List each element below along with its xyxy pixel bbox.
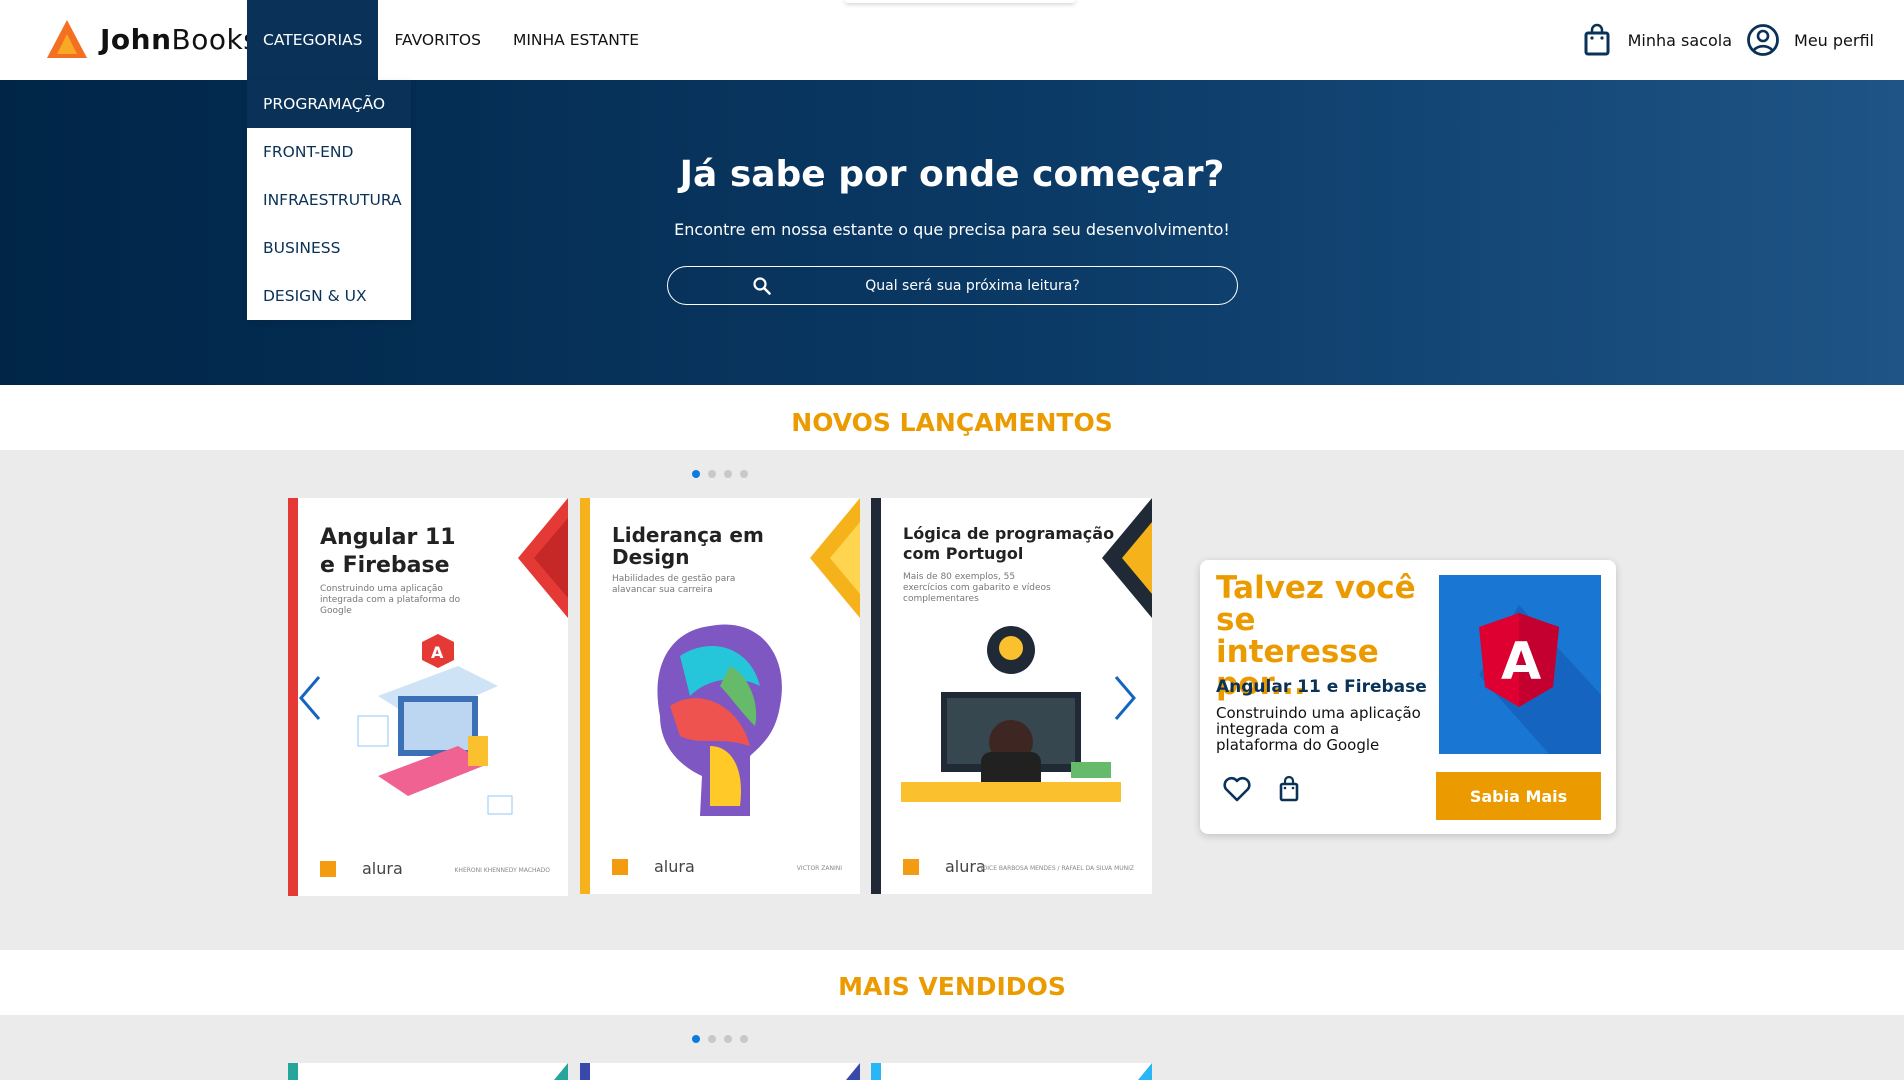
dropdown-item-programacao[interactable]: PROGRAMAÇÃO	[247, 80, 411, 128]
main-nav: CATEGORIAS FAVORITOS MINHA ESTANTE	[247, 0, 655, 80]
shopping-bag-icon[interactable]	[1274, 774, 1304, 804]
section-title-best-sellers: MAIS VENDIDOS	[838, 972, 1066, 1001]
nav-favoritos[interactable]: FAVORITOS	[378, 0, 496, 80]
book-card[interactable]: Angular 11 e Firebase Construindo uma apl…	[288, 498, 568, 896]
book-title: Angular 11 e Firebase	[320, 525, 456, 578]
book-title: Liderança em Design	[612, 523, 764, 569]
carousel-dots	[692, 1035, 756, 1043]
book-corner-shape	[810, 498, 860, 618]
learn-more-button[interactable]: Sabia Mais	[1436, 772, 1601, 820]
book-author: JOICE BARBOSA MENDES / RAFAEL DA SILVA M…	[980, 865, 1134, 872]
svg-text:A: A	[1501, 632, 1541, 692]
dropdown-item-design-ux[interactable]: DESIGN & UX	[247, 272, 411, 320]
book-corner-shape	[1138, 1063, 1152, 1080]
suggestion-card: Talvez você se interesse por... Angular …	[1200, 560, 1616, 834]
user-circle-icon	[1747, 24, 1779, 56]
book-author: VICTOR ZANINI	[796, 865, 842, 872]
book-publisher: alura	[320, 859, 403, 878]
bag-button[interactable]: Minha sacola	[1580, 23, 1732, 57]
book-illustration	[657, 624, 782, 816]
book-corner-shape	[846, 1063, 860, 1080]
profile-button[interactable]: Meu perfil	[1746, 23, 1874, 57]
book-author: KHERONI KHENNEDY MACHADO	[454, 867, 551, 874]
suggestion-description: Construindo uma aplicação integrada com …	[1216, 704, 1421, 754]
carousel-dot[interactable]	[708, 470, 716, 478]
carousel-dots	[692, 470, 756, 478]
search-placeholder: Qual será sua próxima leitura?	[865, 277, 1080, 294]
carousel-dot[interactable]	[692, 470, 700, 478]
publisher-logo	[903, 858, 919, 875]
book-card[interactable]	[288, 1063, 568, 1080]
publisher-logo	[320, 860, 336, 877]
carousel-dot[interactable]	[740, 1035, 748, 1043]
site-header: JohnBooks CATEGORIAS FAVORITOS MINHA EST…	[0, 0, 1904, 80]
book-spine	[871, 498, 881, 894]
profile-label: Meu perfil	[1794, 30, 1874, 50]
section-title-new-releases: NOVOS LANÇAMENTOS	[791, 408, 1113, 437]
book-corner-shape	[518, 498, 568, 618]
angular-logo-icon: A	[1479, 605, 1601, 754]
book-publisher: alura	[612, 857, 695, 876]
suggestion-actions	[1222, 774, 1326, 804]
carousel-dot[interactable]	[692, 1035, 700, 1043]
book-card[interactable]	[871, 1063, 1152, 1080]
bag-label: Minha sacola	[1627, 30, 1733, 50]
categories-dropdown: PROGRAMAÇÃO FRONT-END INFRAESTRUTURA BUS…	[247, 80, 411, 320]
suggestion-book-title[interactable]: Angular 11 e Firebase	[1216, 677, 1427, 697]
book-spine	[580, 498, 590, 894]
top-tab-indicator	[845, 0, 1075, 3]
heart-icon[interactable]	[1222, 774, 1252, 804]
logo-text: JohnBooks	[100, 22, 259, 56]
carousel-prev-arrow-icon[interactable]	[295, 673, 325, 723]
dropdown-item-front-end[interactable]: FRONT-END	[247, 128, 411, 176]
book-subtitle: Mais de 80 exemplos, 55 exercícios com g…	[903, 572, 1051, 604]
carousel-dot[interactable]	[724, 470, 732, 478]
carousel-dot[interactable]	[740, 470, 748, 478]
suggestion-book-cover[interactable]: A	[1439, 575, 1601, 754]
nav-categorias[interactable]: CATEGORIAS	[247, 0, 379, 80]
carousel-dot[interactable]	[724, 1035, 732, 1043]
book-subtitle: Construindo uma aplicação integrada com …	[320, 584, 461, 616]
book-corner-shape	[554, 1063, 568, 1080]
logo[interactable]: JohnBooks	[46, 16, 258, 62]
book-card[interactable]: Liderança em Design Habilidades de gestão…	[580, 498, 860, 894]
book-illustration: A	[357, 634, 513, 815]
logo-icon	[47, 20, 87, 58]
book-publisher: alura	[903, 857, 986, 876]
header-actions: Minha sacola Meu perfil	[1566, 0, 1874, 80]
svg-text:A: A	[431, 643, 444, 662]
nav-minha-estante[interactable]: MINHA ESTANTE	[497, 0, 655, 80]
book-title: Lógica de programação com Portugol	[903, 524, 1115, 563]
shopping-bag-icon	[1584, 23, 1610, 56]
book-subtitle: Habilidades de gestão para alavancar sua…	[612, 574, 736, 595]
carousel-next-arrow-icon[interactable]	[1110, 673, 1140, 723]
book-card[interactable]	[580, 1063, 860, 1080]
dropdown-item-infraestrutura[interactable]: INFRAESTRUTURA	[247, 176, 411, 224]
carousel-dot[interactable]	[708, 1035, 716, 1043]
search-input[interactable]: Qual será sua próxima leitura?	[667, 266, 1238, 305]
dropdown-item-business[interactable]: BUSINESS	[247, 224, 411, 272]
publisher-logo	[612, 858, 628, 875]
book-illustration	[901, 626, 1121, 802]
